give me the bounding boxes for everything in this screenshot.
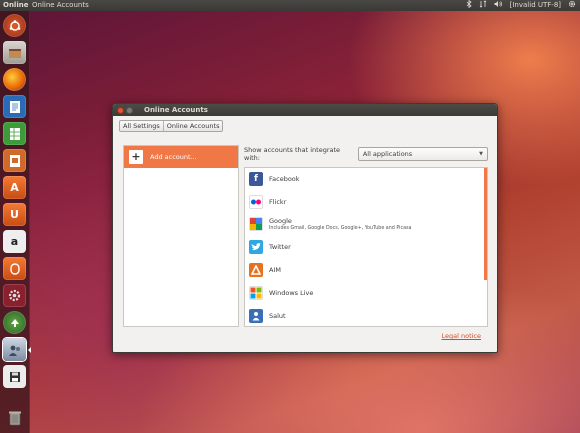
files-icon[interactable] bbox=[3, 41, 26, 64]
network-icon[interactable] bbox=[479, 0, 487, 12]
breadcrumb: All Settings Online Accounts bbox=[119, 120, 224, 132]
indicators: [Invalid UTF-8] bbox=[466, 0, 580, 12]
scrollbar[interactable] bbox=[484, 168, 487, 280]
plus-icon: + bbox=[129, 150, 143, 164]
system-settings-icon[interactable] bbox=[3, 284, 26, 307]
window-title: Online Accounts bbox=[32, 1, 89, 9]
provider-name: Flickr bbox=[269, 198, 287, 206]
provider-google[interactable]: Google Includes Gmail, Google Docs, Goog… bbox=[249, 214, 479, 234]
salut-icon bbox=[249, 309, 263, 323]
chevron-down-icon: ▼ bbox=[479, 151, 483, 157]
provider-flickr[interactable]: Flickr bbox=[249, 193, 479, 211]
close-icon[interactable] bbox=[117, 106, 124, 114]
twitter-icon bbox=[249, 240, 263, 254]
add-account-label: Add account... bbox=[150, 153, 197, 161]
google-icon bbox=[249, 217, 263, 231]
breadcrumb-online-accounts[interactable]: Online Accounts bbox=[162, 121, 223, 131]
filter-label: Show accounts that integrate with: bbox=[244, 146, 341, 162]
provider-name: Salut bbox=[269, 312, 286, 320]
provider-name: Facebook bbox=[269, 175, 300, 183]
provider-windows-live[interactable]: Windows Live bbox=[249, 284, 479, 302]
provider-salut[interactable]: Salut bbox=[249, 307, 479, 325]
provider-name: Google bbox=[269, 217, 292, 225]
account-list: + Add account... bbox=[123, 145, 239, 327]
provider-name: Twitter bbox=[269, 243, 291, 251]
firefox-icon[interactable] bbox=[3, 68, 26, 91]
bluetooth-icon[interactable] bbox=[466, 0, 472, 12]
save-icon[interactable] bbox=[3, 365, 26, 388]
add-account-button[interactable]: + Add account... bbox=[124, 146, 238, 168]
provider-description: Includes Gmail, Google Docs, Google+, Yo… bbox=[269, 226, 412, 231]
volume-icon[interactable] bbox=[494, 0, 503, 12]
update-manager-icon[interactable] bbox=[3, 311, 26, 334]
impress-icon[interactable] bbox=[3, 149, 26, 172]
filter-select-value: All applications bbox=[362, 150, 413, 158]
flickr-icon bbox=[249, 195, 263, 209]
provider-aim[interactable]: AIM bbox=[249, 261, 479, 279]
provider-list: f Facebook Flickr Google Includes Gmail,… bbox=[244, 167, 488, 327]
provider-name: AIM bbox=[269, 266, 281, 274]
breadcrumb-all-settings[interactable]: All Settings bbox=[120, 121, 163, 131]
provider-name: Windows Live bbox=[269, 289, 314, 297]
software-center-icon[interactable]: A bbox=[3, 176, 26, 199]
launcher: A U a bbox=[0, 11, 31, 433]
top-panel: Online Online Accounts [Invalid UTF-8] bbox=[0, 0, 580, 11]
legal-notice-link[interactable]: Legal notice bbox=[441, 332, 481, 340]
filter-row: Show accounts that integrate with: All a… bbox=[244, 146, 488, 162]
provider-twitter[interactable]: Twitter bbox=[249, 238, 479, 256]
keyboard-indicator[interactable]: [Invalid UTF-8] bbox=[510, 0, 561, 11]
ubuntu-one-music-icon[interactable] bbox=[3, 257, 26, 280]
app-name: Online bbox=[3, 1, 29, 9]
online-accounts-window: Online Accounts All Settings Online Acco… bbox=[112, 103, 498, 353]
provider-facebook[interactable]: f Facebook bbox=[249, 170, 479, 188]
writer-icon[interactable] bbox=[3, 95, 26, 118]
amazon-icon[interactable]: a bbox=[3, 230, 26, 253]
trash-icon[interactable] bbox=[3, 406, 26, 429]
aim-icon bbox=[249, 263, 263, 277]
facebook-icon: f bbox=[249, 172, 263, 186]
minimize-icon[interactable] bbox=[126, 106, 133, 114]
application-filter-select[interactable]: All applications ▼ bbox=[357, 147, 488, 161]
content-area: + Add account... Show accounts that inte… bbox=[123, 145, 488, 327]
online-accounts-icon[interactable] bbox=[3, 338, 26, 361]
calc-icon[interactable] bbox=[3, 122, 26, 145]
windows-live-icon bbox=[249, 286, 263, 300]
gear-icon[interactable] bbox=[568, 0, 576, 12]
window-title-text: Online Accounts bbox=[144, 106, 208, 114]
active-window-indicator bbox=[28, 347, 31, 353]
ubuntu-one-icon[interactable]: U bbox=[3, 203, 26, 226]
window-titlebar[interactable]: Online Accounts bbox=[113, 104, 497, 116]
dash-icon[interactable] bbox=[3, 14, 26, 37]
